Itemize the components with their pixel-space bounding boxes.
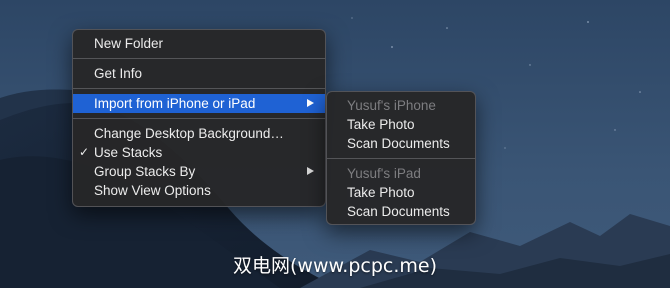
menu-separator	[73, 58, 325, 59]
submenu-header-ipad-label: Yusuf's iPad	[347, 166, 421, 181]
submenu-header-ipad: Yusuf's iPad	[327, 164, 475, 183]
submenu-header-iphone: Yusuf's iPhone	[327, 96, 475, 115]
menu-item-new-folder-label: New Folder	[94, 36, 164, 51]
submenu-item-iphone-take-photo[interactable]: Take Photo	[327, 115, 475, 134]
submenu-item-iphone-scan-documents[interactable]: Scan Documents	[327, 134, 475, 153]
menu-item-new-folder[interactable]: New Folder	[73, 34, 325, 53]
menu-separator	[73, 88, 325, 89]
submenu-item-ipad-scan-documents[interactable]: Scan Documents	[327, 202, 475, 221]
submenu-item-take-photo-label: Take Photo	[347, 185, 415, 200]
submenu-item-scan-documents-label: Scan Documents	[347, 204, 450, 219]
menu-item-import-label: Import from iPhone or iPad	[94, 96, 256, 111]
menu-item-use-stacks-label: Use Stacks	[94, 145, 163, 160]
menu-separator	[327, 158, 475, 159]
menu-item-change-desktop-background[interactable]: Change Desktop Background…	[73, 124, 325, 143]
watermark-caption: 双电网(www.pcpc.me)	[233, 255, 437, 277]
submenu-item-scan-documents-label: Scan Documents	[347, 136, 450, 151]
menu-item-get-info[interactable]: Get Info	[73, 64, 325, 83]
submenu-arrow-icon	[307, 167, 314, 175]
submenu-arrow-icon	[307, 99, 314, 107]
checkmark-icon: ✓	[79, 145, 90, 159]
menu-item-change-background-label: Change Desktop Background…	[94, 126, 284, 141]
submenu-item-take-photo-label: Take Photo	[347, 117, 415, 132]
menu-item-group-stacks-label: Group Stacks By	[94, 164, 196, 179]
menu-item-group-stacks-by[interactable]: Group Stacks By	[73, 162, 325, 181]
desktop-context-menu: New Folder Get Info Import from iPhone o…	[72, 29, 326, 207]
menu-item-show-view-options[interactable]: Show View Options	[73, 181, 325, 200]
menu-item-show-view-options-label: Show View Options	[94, 183, 211, 198]
menu-item-import-from-iphone-or-ipad[interactable]: Import from iPhone or iPad	[73, 94, 325, 113]
import-device-submenu: Yusuf's iPhone Take Photo Scan Documents…	[326, 91, 476, 225]
menu-item-use-stacks[interactable]: ✓ Use Stacks	[73, 143, 325, 162]
menu-item-get-info-label: Get Info	[94, 66, 143, 81]
submenu-header-iphone-label: Yusuf's iPhone	[347, 98, 436, 113]
submenu-item-ipad-take-photo[interactable]: Take Photo	[327, 183, 475, 202]
menu-separator	[73, 118, 325, 119]
